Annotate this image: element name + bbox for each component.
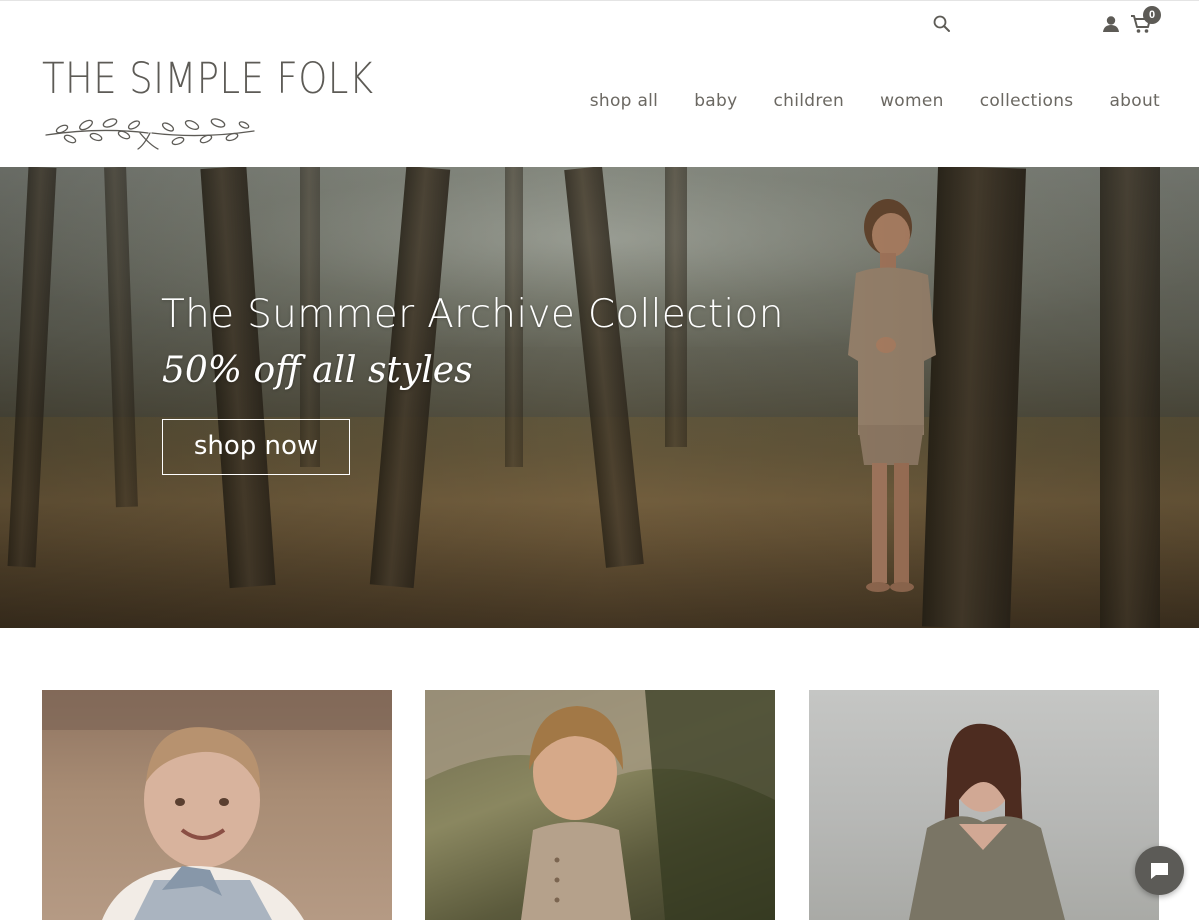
chat-icon [1151, 863, 1168, 879]
main-nav: shop all baby children women collections… [554, 91, 1160, 111]
nav-item-shop-all[interactable]: shop all [590, 91, 659, 111]
nav-item-collections[interactable]: collections [980, 91, 1074, 111]
baby-photo [42, 690, 392, 920]
child-photo [425, 690, 775, 920]
hero-banner: The Summer Archive Collection 50% off al… [0, 167, 1199, 628]
cart-count-badge: 0 [1143, 6, 1161, 24]
nav-item-women[interactable]: women [880, 91, 944, 111]
nav-item-about[interactable]: about [1109, 91, 1160, 111]
category-tile-women[interactable] [809, 690, 1159, 920]
nav-item-children[interactable]: children [773, 91, 844, 111]
shop-now-button[interactable]: shop now [162, 419, 350, 475]
hero-title: The Summer Archive Collection [161, 292, 784, 337]
chat-button[interactable] [1135, 846, 1184, 895]
site-logo[interactable]: THE SIMPLE FOLK [40, 53, 373, 153]
category-tile-children[interactable] [425, 690, 775, 920]
hero-subtitle: 50% off all styles [162, 350, 473, 391]
hero-overlay [0, 167, 1199, 628]
leaf-ornament-icon [45, 118, 255, 150]
account-icon[interactable] [1101, 14, 1121, 34]
woman-photo [909, 723, 1065, 920]
category-tile-baby[interactable] [42, 690, 392, 920]
nav-item-baby[interactable]: baby [694, 91, 737, 111]
logo-wordmark: THE SIMPLE FOLK [42, 54, 374, 104]
search-icon[interactable] [932, 14, 952, 34]
site-header: THE SIMPLE FOLK 0 shop all baby children… [0, 1, 1199, 167]
